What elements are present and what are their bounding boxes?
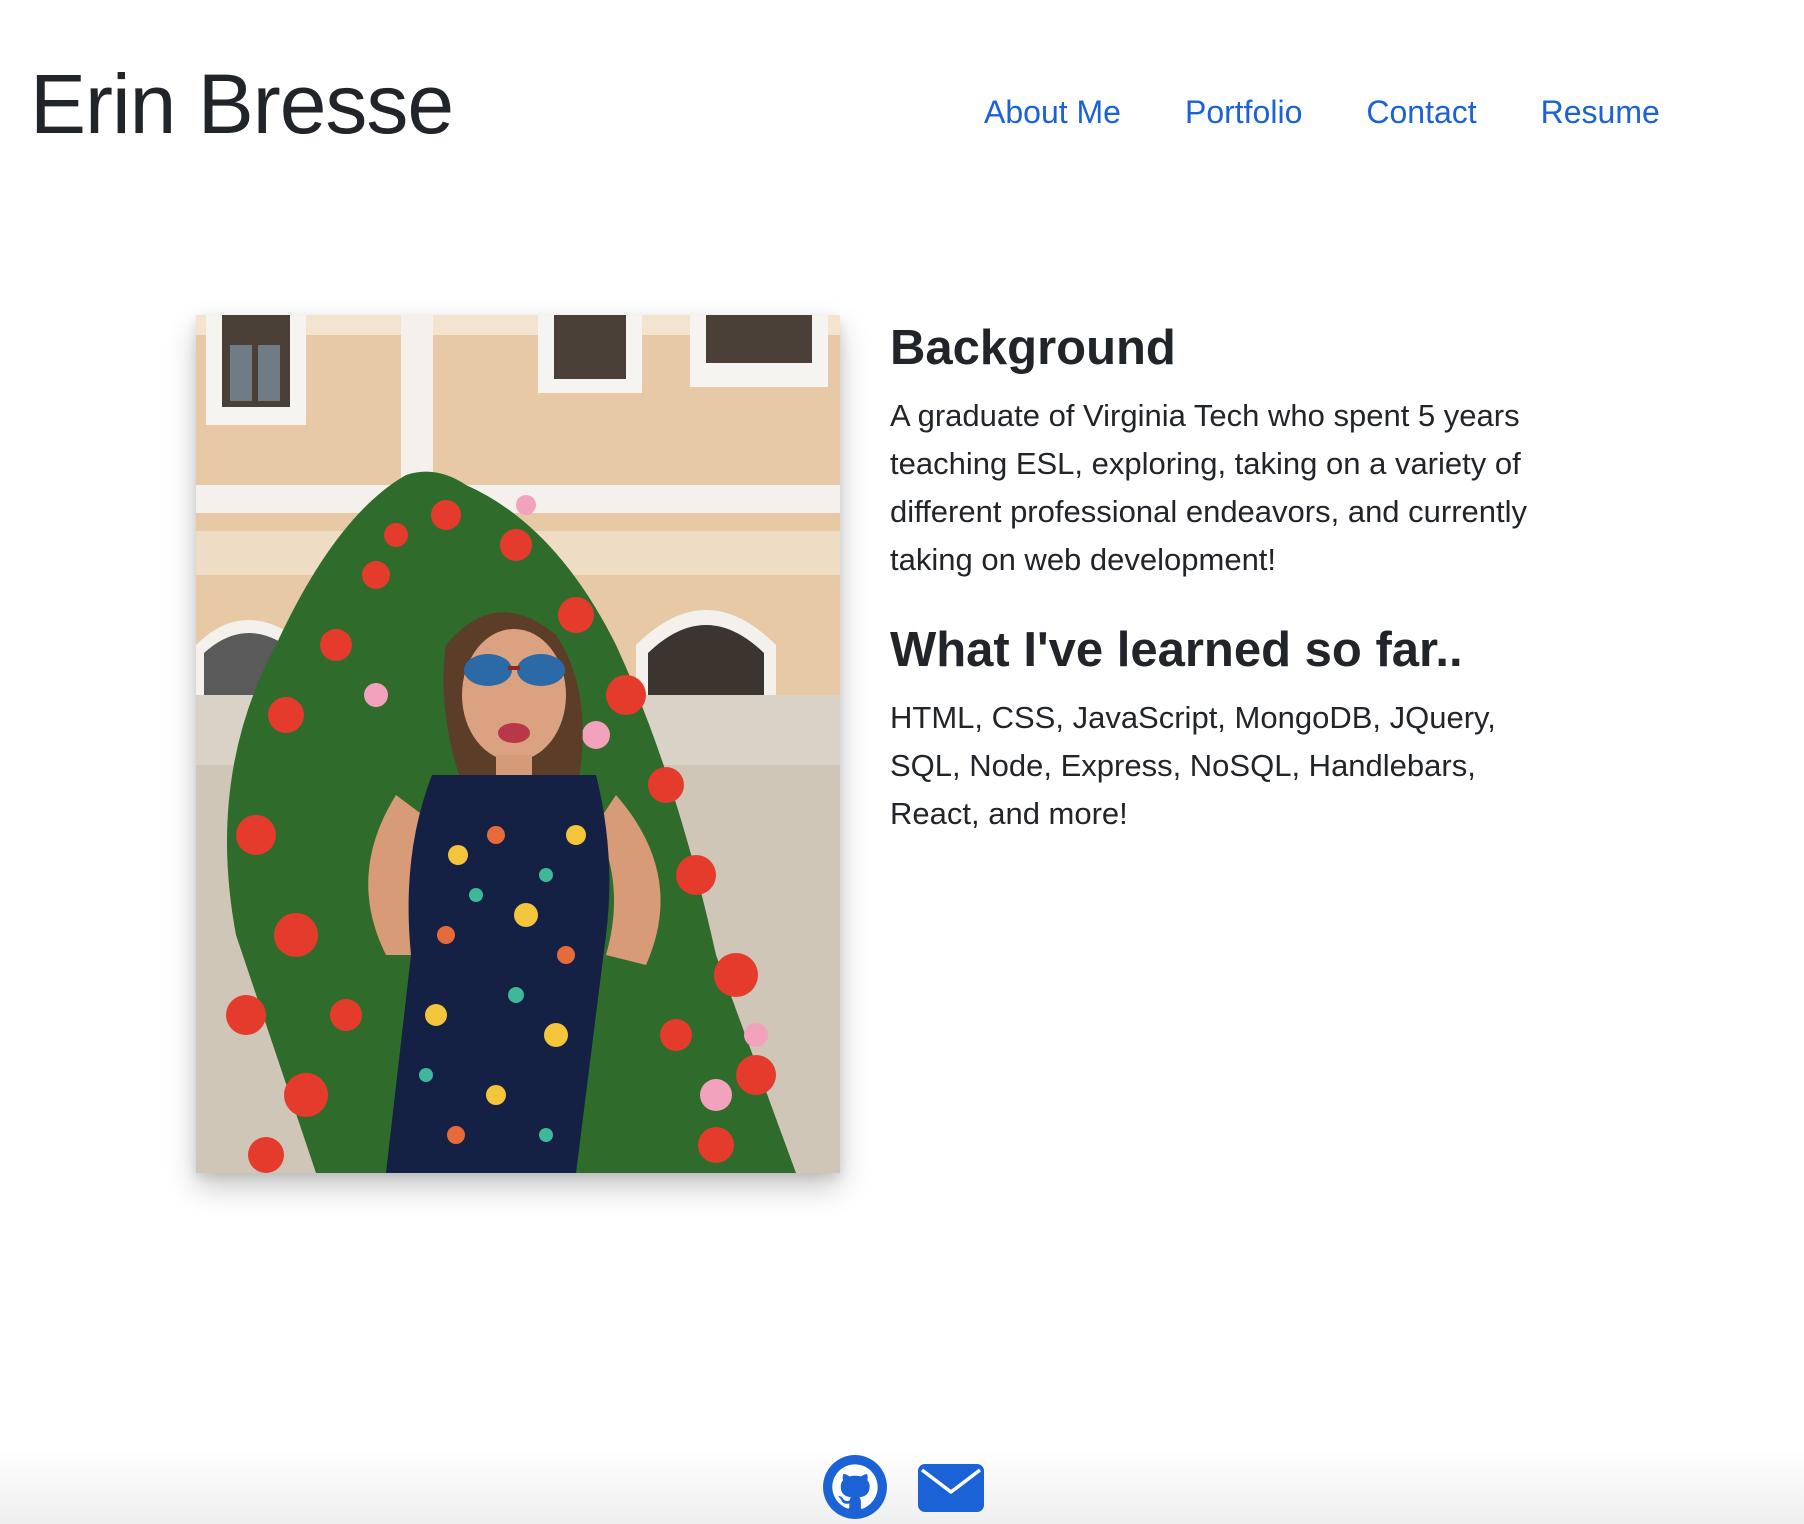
learned-heading: What I've learned so far.. xyxy=(890,623,1463,677)
nav-link-about-me[interactable]: About Me xyxy=(984,88,1121,136)
nav-link-contact[interactable]: Contact xyxy=(1366,88,1476,136)
nav-link-resume[interactable]: Resume xyxy=(1541,88,1660,136)
background-text: A graduate of Virginia Tech who spent 5 … xyxy=(890,398,1528,577)
page: Erin Bresse About Me Portfolio Contact R… xyxy=(0,0,1804,1524)
main-nav: About Me Portfolio Contact Resume xyxy=(984,88,1660,136)
profile-photo xyxy=(196,315,840,1173)
site-title: Erin Bresse xyxy=(30,57,454,151)
learned-text: HTML, CSS, JavaScript, MongoDB, JQuery, … xyxy=(890,700,1496,831)
github-icon[interactable] xyxy=(822,1454,888,1520)
nav-link-portfolio[interactable]: Portfolio xyxy=(1185,88,1302,136)
about-content: Background A graduate of Virginia Tech w… xyxy=(890,318,1550,838)
background-heading: Background xyxy=(890,321,1176,375)
footer-icons xyxy=(0,1454,1804,1520)
envelope-icon[interactable] xyxy=(916,1454,984,1520)
